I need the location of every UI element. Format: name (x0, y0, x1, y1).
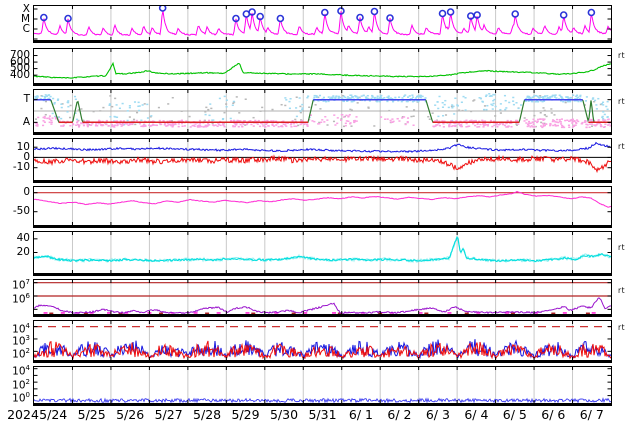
y-tick-label: 106 (12, 291, 30, 305)
y-tick-label: 0 (23, 186, 30, 199)
y-tick-label: C (22, 22, 30, 35)
x-tick-label: 6/ 6 (541, 407, 566, 422)
y-tick-label: -50 (12, 205, 30, 218)
x-tick-label: 6/ 7 (579, 407, 604, 422)
panel-imf-bz-bt (33, 138, 612, 183)
x-tick-label: 6/ 1 (348, 407, 373, 422)
x-tick-label: 5/26 (116, 407, 145, 422)
x-tick-label: 6/ 3 (425, 407, 450, 422)
x-tick-label: 5/31 (308, 407, 337, 422)
x-tick-label: 5/29 (231, 407, 260, 422)
realtime-label: rt (618, 323, 626, 332)
x-tick-label: 5/27 (154, 407, 183, 422)
y-tick-label: 20 (16, 246, 30, 258)
panel-dst-index (33, 186, 612, 228)
y-tick-label: T (23, 93, 30, 106)
x-axis-year-label: 2024 (7, 407, 39, 422)
y-tick-label: 100 (12, 391, 30, 405)
realtime-label: rt (618, 51, 626, 60)
y-tick-label: 102 (12, 346, 30, 361)
panel-imf-sector (33, 89, 612, 135)
y-tick-label: 40 (16, 232, 30, 245)
realtime-label: rt (618, 142, 626, 151)
panel-electron-flux (33, 320, 612, 363)
y-tick-label: -10 (12, 161, 30, 174)
panel-low-energy-flux (33, 366, 612, 406)
panel-proton-flux (33, 279, 612, 317)
x-tick-label: 6/ 4 (464, 407, 489, 422)
panel-xray-flux (33, 5, 612, 43)
realtime-label: rt (618, 286, 626, 295)
y-tick-label: 400 (9, 68, 30, 81)
panel-solar-wind-speed (33, 48, 612, 86)
figure: X M C 700 600 500 400 T A 10 0 -10 0 -50 40 20 107 106 104… (0, 0, 634, 424)
realtime-label: rt (618, 97, 626, 106)
realtime-label: rt (618, 243, 626, 252)
x-tick-label: 6/ 5 (502, 407, 527, 422)
x-tick-label: 5/30 (269, 407, 299, 422)
panel-proton-density (33, 231, 612, 276)
x-tick-label: 6/ 2 (387, 407, 412, 422)
x-tick-label: 5/25 (77, 407, 106, 422)
y-tick-label: A (22, 115, 30, 128)
x-tick-label: 5/28 (193, 407, 222, 422)
